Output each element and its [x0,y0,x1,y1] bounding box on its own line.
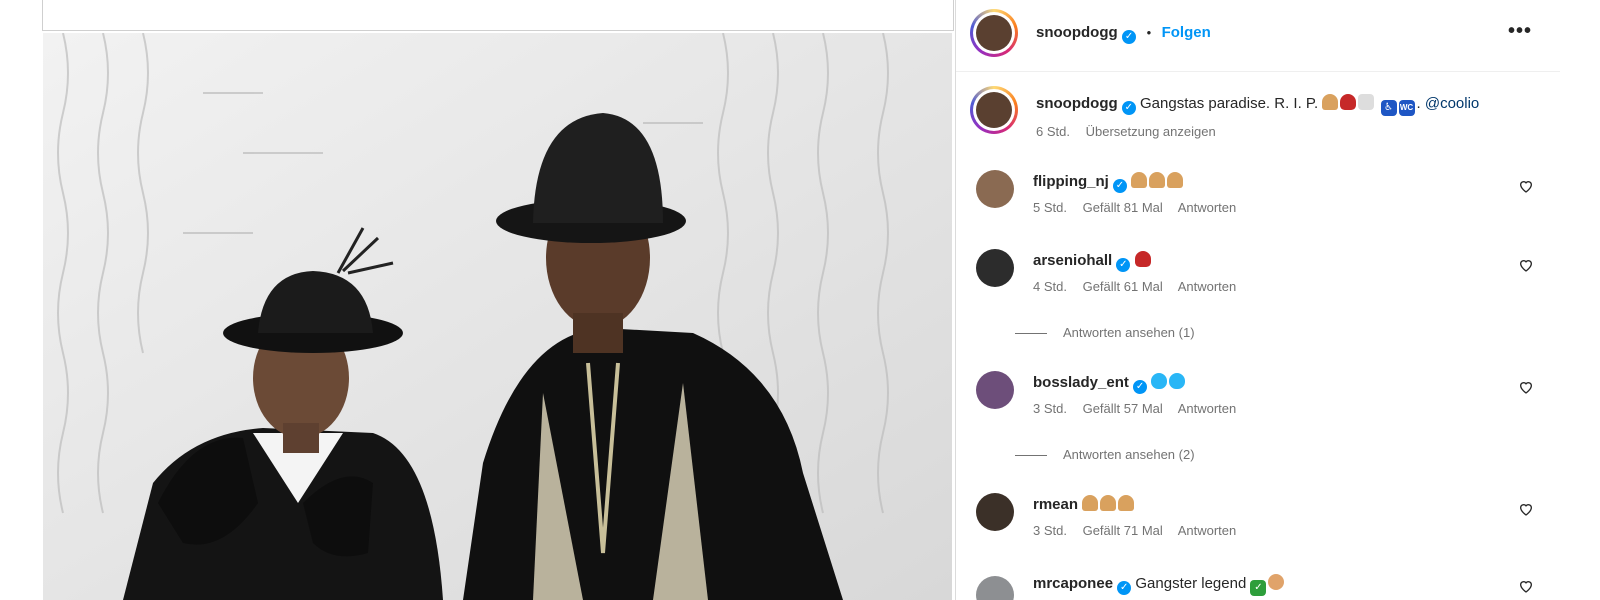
comment-avatar[interactable] [976,249,1014,287]
verified-icon: ✓ [1113,179,1127,193]
comment-username[interactable]: mrcaponee [1033,575,1113,592]
verified-icon: ✓ [1121,101,1136,115]
dove-icon [1358,94,1375,110]
praying-hands-icon [1149,172,1166,188]
translate-link[interactable]: Übersetzung anzeigen [1086,124,1216,139]
comment-avatar[interactable] [976,170,1014,208]
replies-line [1015,333,1047,335]
reply-button[interactable]: Antworten [1178,401,1237,416]
mention-link[interactable]: @coolio [1425,95,1479,112]
wheelchair-icon: ♿ [1380,100,1397,116]
comment-row: arseniohall ✓ 4 Std. Gefällt 61 Mal Antw… [968,249,1558,299]
post-image [43,33,952,600]
comment-username[interactable]: rmean [1033,496,1078,513]
praying-hands-icon [1322,94,1339,110]
praying-hands-icon [1082,495,1099,511]
caption-text: Gangstas paradise. R. I. P. [1140,95,1319,112]
comment-likes[interactable]: Gefällt 81 Mal [1083,200,1163,215]
view-replies-button[interactable]: Antworten ansehen (2) [1015,447,1195,462]
reply-button[interactable]: Antworten [1178,200,1237,215]
blue-heart-icon [1151,373,1168,389]
heart-icon[interactable] [1518,578,1534,594]
blue-heart-icon [1169,373,1186,389]
praying-hands-icon [1131,172,1148,188]
comment-likes[interactable]: Gefällt 57 Mal [1083,401,1163,416]
check-mark-icon: ✓ [1250,580,1267,596]
comment-text: Gangster legend [1135,575,1247,592]
verified-icon: ✓ [1116,258,1131,272]
comment-row: rmean 3 Std. Gefällt 71 Mal Antworten [968,493,1558,543]
caption-row: snoopdogg ✓ Gangstas paradise. R. I. P. … [968,86,1558,146]
heart-icon[interactable] [1518,379,1534,395]
heart-icon[interactable] [1518,178,1534,194]
praying-hands-icon [1167,172,1184,188]
comment-username[interactable]: arseniohall [1033,252,1112,269]
panel-divider [955,0,956,600]
separator-dot: • [1146,25,1152,40]
image-top-frame [42,0,954,31]
hands-icon [1268,574,1285,590]
comment-time: 4 Std. [1033,279,1067,294]
author-avatar[interactable] [970,9,1018,57]
comment-avatar[interactable] [976,576,1014,600]
caption-avatar[interactable] [970,86,1018,134]
praying-hands-icon [1100,495,1117,511]
view-replies-label: Antworten ansehen (1) [1063,325,1195,340]
more-icon[interactable]: ••• [1508,20,1532,43]
replies-line [1015,455,1047,457]
comment-username[interactable]: flipping_nj [1033,173,1109,190]
verified-icon: ✓ [1117,581,1132,595]
heart-icon[interactable] [1518,501,1534,517]
verified-icon: ✓ [1122,30,1137,44]
follow-button[interactable]: Folgen [1162,24,1211,41]
comment-avatar[interactable] [976,371,1014,409]
comment-likes[interactable]: Gefällt 61 Mal [1083,279,1163,294]
comment-username[interactable]: bosslady_ent [1033,374,1129,391]
wc-icon: WC [1398,100,1415,116]
post-header: snoopdogg ✓ • Folgen ••• [956,0,1560,72]
reply-button[interactable]: Antworten [1178,523,1237,538]
caption-username[interactable]: snoopdogg [1036,95,1118,112]
comment-likes[interactable]: Gefällt 71 Mal [1083,523,1163,538]
view-replies-button[interactable]: Antworten ansehen (1) [1015,325,1195,340]
comment-avatar[interactable] [976,493,1014,531]
comment-time: 5 Std. [1033,200,1067,215]
comment-row: mrcaponee ✓ Gangster legend ✓ [968,572,1558,600]
comment-time: 3 Std. [1033,523,1067,538]
comment-row: bosslady_ent ✓ 3 Std. Gefällt 57 Mal Ant… [968,371,1558,421]
view-replies-label: Antworten ansehen (2) [1063,447,1195,462]
praying-hands-icon [1118,495,1135,511]
caption-time: 6 Std. [1036,124,1070,139]
rose-icon [1134,251,1151,267]
heart-icon[interactable] [1518,257,1534,273]
comment-row: flipping_nj ✓ 5 Std. Gefällt 81 Mal Antw… [968,170,1558,220]
reply-button[interactable]: Antworten [1178,279,1237,294]
author-username[interactable]: snoopdogg [1036,24,1118,41]
comment-time: 3 Std. [1033,401,1067,416]
rose-icon [1340,94,1357,110]
verified-icon: ✓ [1133,380,1148,394]
